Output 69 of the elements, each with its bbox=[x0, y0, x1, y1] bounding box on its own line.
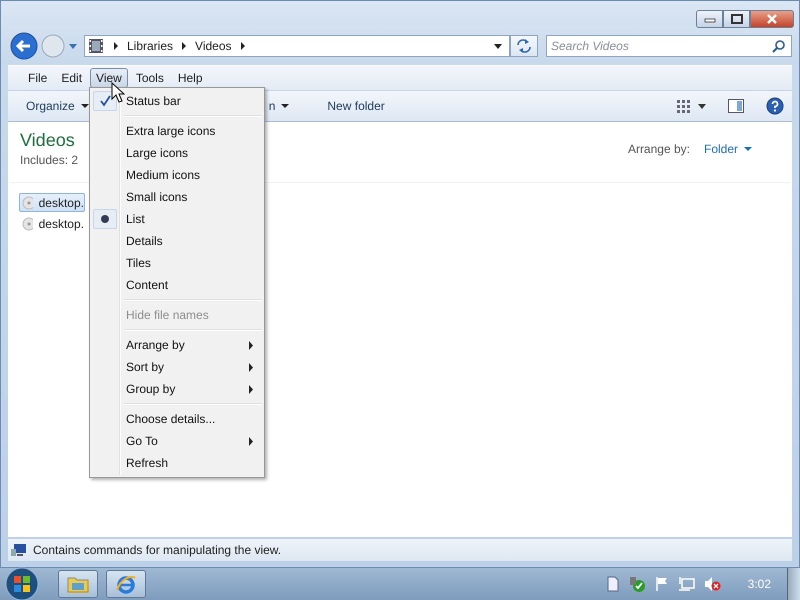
breadcrumb-item[interactable]: Videos bbox=[195, 39, 232, 53]
check-icon bbox=[99, 95, 111, 107]
menu-item[interactable]: Choose details... bbox=[92, 408, 262, 430]
status-text: Contains commands for manipulating the view. bbox=[33, 543, 282, 557]
close-icon bbox=[765, 14, 779, 24]
submenu-arrow-icon bbox=[248, 436, 254, 446]
toolbar-button[interactable]: n bbox=[260, 96, 298, 116]
caret-icon bbox=[80, 103, 89, 109]
arrange-label: Arrange by: bbox=[628, 142, 690, 156]
menu-item[interactable]: Group by bbox=[92, 378, 262, 400]
menu-bar-item[interactable]: File bbox=[22, 68, 54, 88]
menu-item[interactable]: Medium icons bbox=[92, 164, 262, 186]
view-options-icon[interactable] bbox=[676, 99, 706, 113]
video-entry[interactable]: desktop. bbox=[19, 214, 85, 233]
browser-icon bbox=[115, 574, 137, 594]
menu-item[interactable]: Go To bbox=[92, 430, 262, 452]
submenu-arrow-icon bbox=[248, 340, 254, 350]
search-field[interactable]: Search Videos bbox=[546, 35, 792, 57]
explorer-taskbar-button[interactable] bbox=[58, 570, 98, 598]
chevron-icon[interactable] bbox=[113, 42, 119, 50]
chevron-icon[interactable] bbox=[240, 42, 246, 50]
computer-icon bbox=[11, 543, 27, 557]
arrange-dropdown[interactable]: Folder bbox=[704, 142, 752, 156]
folder-icon bbox=[67, 575, 89, 593]
radio-dot-icon bbox=[100, 214, 110, 224]
menu-bar-item[interactable]: Tools bbox=[130, 68, 170, 88]
preview-pane-icon[interactable] bbox=[728, 99, 744, 113]
show-desktop-button[interactable] bbox=[787, 568, 800, 600]
menu-item[interactable]: List bbox=[92, 208, 262, 230]
help-icon[interactable] bbox=[766, 97, 784, 115]
speaker-muted-icon[interactable] bbox=[704, 576, 722, 592]
menu-item[interactable]: Tiles bbox=[92, 252, 262, 274]
menu-item[interactable]: Content bbox=[92, 274, 262, 296]
menu-item[interactable]: Details bbox=[92, 230, 262, 252]
back-button[interactable] bbox=[10, 32, 38, 60]
network-icon[interactable] bbox=[678, 576, 696, 592]
submenu-arrow-icon bbox=[248, 362, 254, 372]
menu-item[interactable]: Arrange by bbox=[92, 334, 262, 356]
shield-check-icon[interactable] bbox=[628, 575, 646, 593]
caret-icon bbox=[281, 103, 290, 109]
menu-item[interactable]: Refresh bbox=[92, 452, 262, 474]
video-entry[interactable]: desktop. bbox=[19, 193, 85, 212]
chevron-icon[interactable] bbox=[181, 42, 188, 50]
menu-bar-item[interactable]: Help bbox=[172, 68, 209, 88]
menu-item[interactable]: Small icons bbox=[92, 186, 262, 208]
toolbar-button[interactable]: Organize bbox=[18, 96, 97, 116]
menu-item[interactable]: Extra large icons bbox=[92, 120, 262, 142]
refresh-button[interactable] bbox=[510, 35, 538, 57]
maximize-icon bbox=[730, 14, 744, 24]
maximize-button[interactable] bbox=[723, 10, 750, 28]
close-button[interactable] bbox=[750, 10, 794, 28]
flag-icon[interactable] bbox=[654, 576, 670, 592]
minimize-button[interactable] bbox=[696, 10, 723, 28]
submenu-arrow-icon bbox=[248, 384, 254, 394]
menu-item[interactable]: Sort by bbox=[92, 356, 262, 378]
caret-icon bbox=[744, 146, 752, 152]
search-icon bbox=[772, 39, 786, 53]
document-icon[interactable] bbox=[606, 576, 620, 592]
caret-icon[interactable] bbox=[493, 42, 503, 50]
browser-taskbar-button[interactable] bbox=[106, 570, 146, 598]
library-title: Videos bbox=[20, 130, 76, 151]
breadcrumb-item[interactable]: Libraries bbox=[127, 39, 174, 53]
address-bar[interactable]: Libraries Videos bbox=[84, 35, 510, 57]
includes-link[interactable]: Includes: 2 bbox=[20, 153, 78, 167]
film-icon bbox=[88, 38, 104, 54]
menu-bar-item[interactable]: Edit bbox=[55, 68, 88, 88]
menu-item[interactable]: Large icons bbox=[92, 142, 262, 164]
toolbar-button[interactable]: New folder bbox=[319, 96, 393, 116]
refresh-icon bbox=[515, 38, 533, 54]
